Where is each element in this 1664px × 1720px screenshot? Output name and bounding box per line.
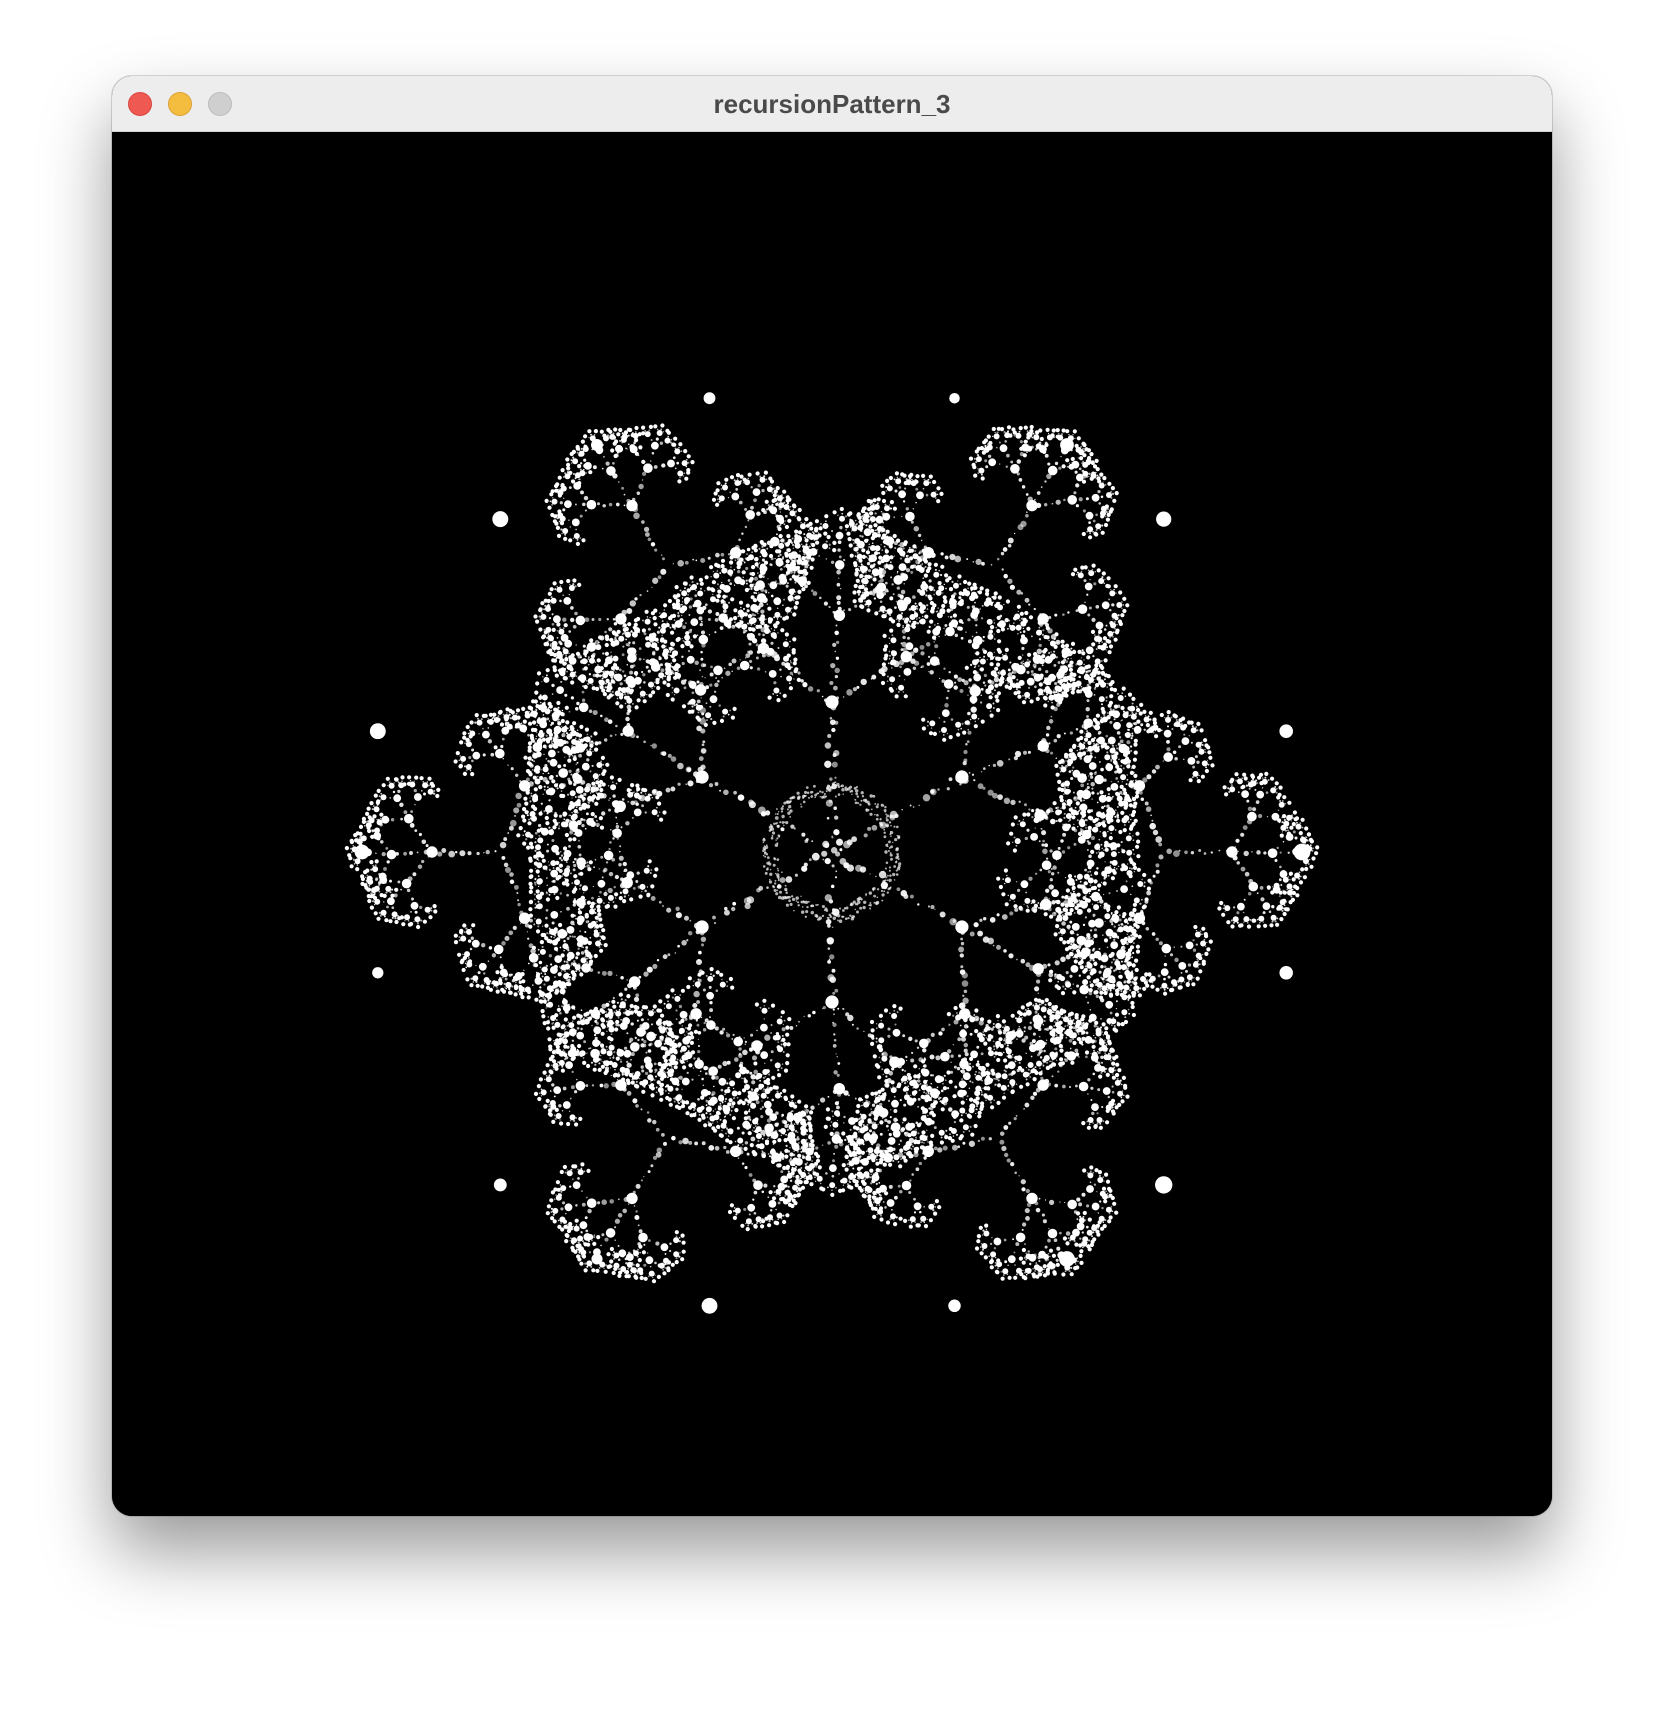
window-title: recursionPattern_3 — [713, 89, 951, 119]
title-bar[interactable]: recursionPattern_3 — [112, 76, 1552, 132]
app-window: recursionPattern_3 — [112, 76, 1552, 1516]
sketch-canvas[interactable] — [112, 132, 1552, 1516]
recursion-pattern — [344, 392, 1320, 1314]
